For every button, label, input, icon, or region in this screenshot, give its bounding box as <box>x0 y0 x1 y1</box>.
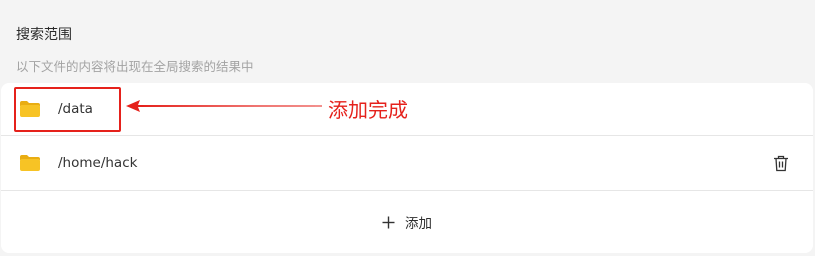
plus-icon <box>382 216 395 228</box>
section-description: 以下文件的内容将出现在全局搜索的结果中 <box>16 59 254 74</box>
annotation-highlight-box <box>14 87 121 132</box>
section-title: 搜索范围 <box>16 27 72 43</box>
path-row[interactable]: /home/hack <box>1 136 813 191</box>
add-button-label: 添加 <box>405 216 432 232</box>
add-path-button[interactable]: 添加 <box>382 212 432 232</box>
folder-icon <box>20 155 40 171</box>
path-label: /home/hack <box>58 155 138 171</box>
trash-icon[interactable] <box>773 155 789 172</box>
search-scope-settings: 搜索范围 以下文件的内容将出现在全局搜索的结果中 /data /home/hac… <box>0 0 815 256</box>
add-path-row: 添加 <box>1 191 813 253</box>
annotation-text: 添加完成 <box>328 98 408 122</box>
annotation-arrow <box>126 100 322 112</box>
